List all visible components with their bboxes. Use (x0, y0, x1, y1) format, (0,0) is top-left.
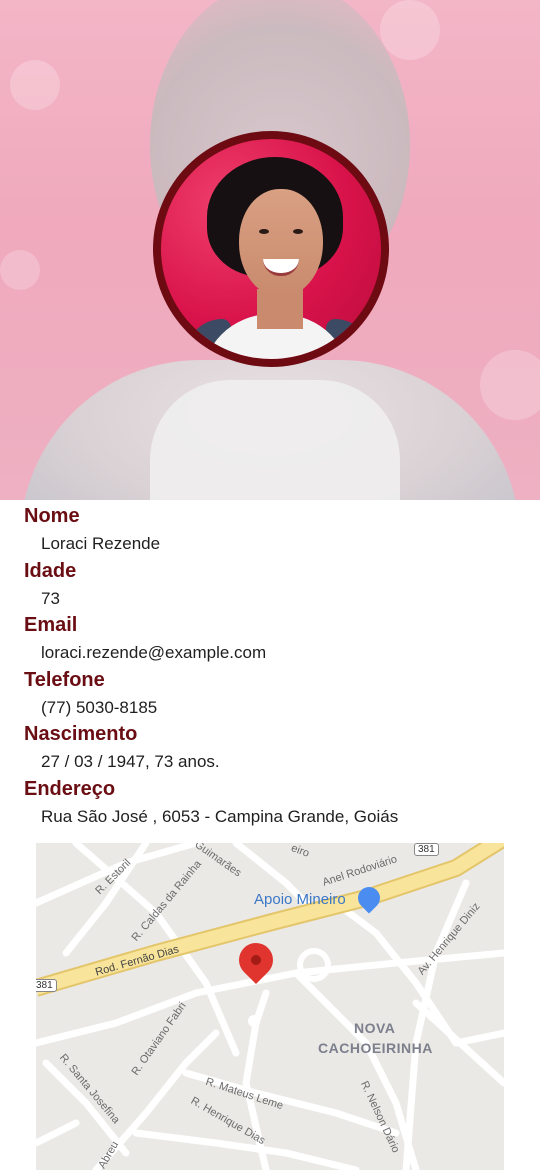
phone-value[interactable]: (77) 5030-8185 (41, 698, 157, 718)
email-label: Email (24, 614, 78, 636)
background-decoration (380, 0, 440, 60)
map-road (292, 969, 420, 1170)
background-photo-shirt (150, 380, 400, 500)
age-label: Idade (24, 560, 77, 582)
location-pin-dot (248, 952, 264, 968)
birth-label: Nascimento (24, 723, 138, 745)
email-value[interactable]: loraci.rezende@example.com (41, 643, 266, 663)
name-value: Loraci Rezende (41, 534, 161, 553)
birth-value: 27 / 03 / 1947, 73 anos. (41, 752, 220, 771)
profile-header (0, 0, 540, 500)
age-value: 73 (41, 589, 60, 608)
address-value: Rua São José , 6053 - Campina Grande, Go… (41, 807, 399, 826)
poi-label[interactable]: Apoio Mineiro (254, 891, 346, 908)
background-decoration (480, 350, 540, 420)
map-roundabout (297, 948, 331, 982)
map-road (36, 1119, 80, 1147)
phone-label: Telefone (24, 669, 105, 691)
location-map[interactable]: R. Estoril R. Caldas da Rainha Guimarães… (36, 843, 504, 1170)
district-label: NOVA (354, 1020, 396, 1036)
address-label: Endereço (24, 778, 116, 800)
avatar-frame (153, 131, 389, 367)
route-shield: 381 (414, 843, 439, 856)
district-label: CACHOEIRINHA (318, 1040, 433, 1056)
avatar-eye (259, 229, 269, 234)
name-label: Nome (24, 505, 80, 527)
avatar (161, 139, 381, 359)
avatar-eye (293, 229, 303, 234)
avatar-smile (263, 259, 299, 276)
avatar-face (239, 189, 323, 297)
background-decoration (10, 60, 60, 110)
background-decoration (0, 250, 40, 290)
route-shield: 381 (36, 979, 57, 992)
map-roundabout (248, 1015, 260, 1027)
